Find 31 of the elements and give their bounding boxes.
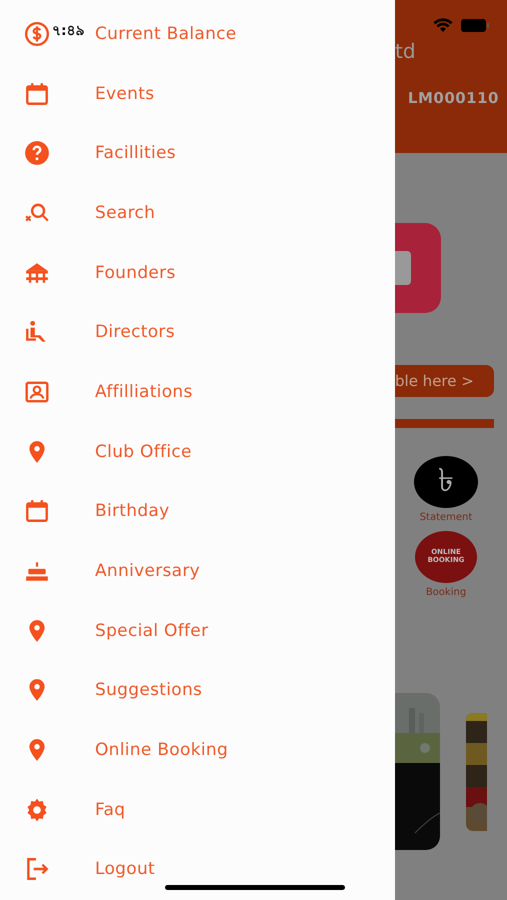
battery-icon: [461, 19, 489, 32]
menu-item[interactable]: Current Balance: [95, 24, 237, 44]
menu-item[interactable]: Online Booking: [95, 740, 228, 760]
portrait-icon: [24, 378, 50, 405]
status-time: ৭:৪৯: [52, 22, 85, 41]
menu-item[interactable]: Suggestions: [95, 680, 202, 700]
menu-item[interactable]: Events: [95, 84, 154, 104]
menu-item[interactable]: Logout: [95, 859, 156, 880]
help-icon: [24, 140, 50, 166]
banner-button[interactable]: ble here >: [395, 365, 494, 397]
shortcut-label: Booking: [426, 587, 466, 598]
calendar-icon: [24, 80, 50, 107]
taka-icon[interactable]: ৳: [414, 456, 478, 508]
wifi-icon: [433, 18, 453, 33]
shortcut-label: Statement: [420, 512, 472, 523]
calendar-icon: [24, 498, 50, 524]
menu-item[interactable]: Directors: [95, 322, 175, 342]
member-id: LM000110: [408, 89, 499, 107]
menu-item[interactable]: Founders: [95, 262, 176, 283]
menu-item[interactable]: Club Office: [95, 442, 192, 462]
menu-item[interactable]: Facillities: [95, 143, 176, 164]
menu-item[interactable]: Birthday: [95, 501, 170, 522]
dollar-icon: [24, 20, 50, 47]
logout-icon: [24, 856, 50, 882]
menu-item[interactable]: Search: [95, 202, 156, 223]
menu-item[interactable]: Faq: [95, 800, 126, 820]
menu-item[interactable]: Affilliations: [95, 382, 193, 402]
app-title: td: [395, 39, 416, 63]
app-logo-icon: [395, 223, 441, 313]
menu-item[interactable]: Special Offer: [95, 620, 208, 641]
menu-item[interactable]: Anniversary: [95, 561, 200, 582]
